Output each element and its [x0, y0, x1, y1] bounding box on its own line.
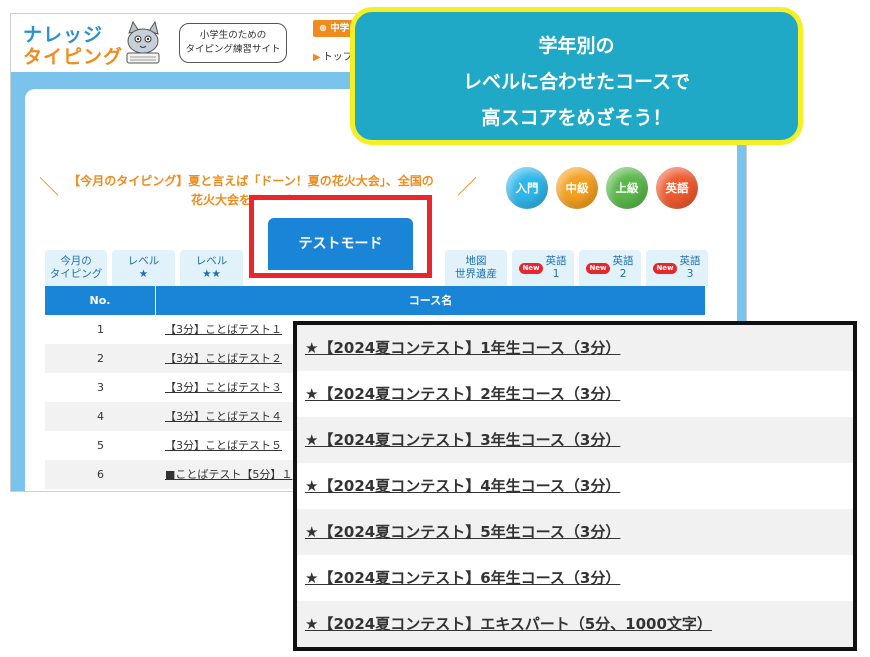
new-badge: New — [519, 262, 543, 274]
level-beginner-button[interactable]: 入門 — [506, 167, 548, 209]
site-tagline: 小学生のための タイピング練習サイト — [179, 23, 287, 63]
row-number: 3 — [97, 381, 104, 394]
tab-english-2[interactable]: New 英語 2 — [579, 250, 641, 286]
contest-course-link[interactable]: ★【2024夏コンテスト】5年生コース（3分） — [305, 521, 620, 542]
contest-course-link[interactable]: ★【2024夏コンテスト】2年生コース（3分） — [305, 383, 620, 404]
course-link[interactable]: 【3分】ことばテスト２ — [165, 344, 282, 373]
contest-course-link[interactable]: ★【2024夏コンテスト】3年生コース（3分） — [305, 429, 620, 450]
contest-course-link[interactable]: ★【2024夏コンテスト】6年生コース（3分） — [305, 567, 620, 588]
tab-label-1: 英語 — [679, 255, 701, 267]
plus-icon: ⊕ — [319, 23, 327, 34]
tab-english-3[interactable]: New 英語 3 — [646, 250, 708, 286]
course-link[interactable]: 【3分】ことばテスト４ — [165, 402, 282, 431]
contest-course-link[interactable]: ★【2024夏コンテスト】1年生コース（3分） — [305, 337, 620, 358]
contest-course-link[interactable]: ★【2024夏コンテスト】4年生コース（3分） — [305, 475, 620, 496]
course-link[interactable]: 【3分】ことばテスト５ — [165, 431, 282, 460]
tab-label-2: 世界遺産 — [455, 268, 497, 280]
slash-decoration-left: ＼ — [39, 175, 59, 199]
tab-label-2: 1 — [552, 268, 560, 280]
junior-high-link[interactable]: ⊕ 中学 — [313, 20, 356, 37]
tab-level-2[interactable]: レベル ★★ — [180, 250, 243, 286]
cat-mascot-icon — [126, 20, 160, 64]
tab-label-2: 2 — [619, 268, 627, 280]
row-number: 5 — [97, 439, 104, 452]
tab-label-2: 3 — [686, 268, 694, 280]
tab-label-1: レベル — [195, 255, 228, 267]
slash-decoration-right: ／ — [457, 175, 477, 199]
tab-label-1: 英語 — [612, 255, 634, 267]
contest-course-zoom: ★【2024夏コンテスト】1年生コース（3分） ★【2024夏コンテスト】2年生… — [293, 321, 857, 651]
tab-label-1: 今月の — [60, 255, 92, 267]
course-link[interactable]: 【3分】ことばテスト３ — [165, 373, 282, 402]
row-number: 1 — [97, 323, 104, 336]
row-number: 6 — [97, 468, 104, 481]
logo-text-bottom: タイピング — [23, 46, 124, 68]
tagline-line2: タイピング練習サイト — [185, 44, 281, 55]
tab-test-mode[interactable]: テストモード — [268, 218, 413, 270]
level-buttons: 入門 中級 上級 英語 — [501, 167, 721, 213]
tab-monthly[interactable]: 今月の タイピング — [45, 250, 107, 286]
tab-level-1[interactable]: レベル ★ — [112, 250, 175, 286]
tab-label-1: 英語 — [545, 255, 567, 267]
list-item: ★【2024夏コンテスト】6年生コース（3分） — [297, 555, 853, 601]
tab-label-2: ★★ — [202, 268, 221, 280]
tab-map-heritage[interactable]: 地図 世界遺産 — [445, 250, 507, 286]
tab-label-2: タイピング — [49, 268, 103, 280]
row-number: 4 — [97, 410, 104, 423]
column-header-no: No. — [45, 286, 156, 315]
callout-line3: 高スコアをめざそう！ — [481, 107, 672, 129]
site-logo[interactable]: ナレッジ タイピング — [23, 19, 163, 69]
level-advanced-button[interactable]: 上級 — [606, 167, 648, 209]
test-mode-highlight: テストモード — [249, 195, 432, 278]
top-link[interactable]: ▶ トップ — [313, 48, 353, 63]
row-number: 2 — [97, 352, 104, 365]
new-badge: New — [586, 262, 610, 274]
callout-line1: 学年別の — [538, 35, 615, 57]
list-item: ★【2024夏コンテスト】エキスパート（5分、1000文字） — [297, 601, 853, 647]
list-item: ★【2024夏コンテスト】2年生コース（3分） — [297, 371, 853, 417]
notice-line1: 【今月のタイピング】夏と言えば「ドーン！夏の花火大会」、全国の — [68, 174, 434, 188]
course-link[interactable]: 【3分】ことばテスト１ — [165, 315, 282, 344]
tab-label-2: ★ — [138, 268, 149, 280]
new-badge: New — [653, 262, 677, 274]
level-intermediate-button[interactable]: 中級 — [556, 167, 598, 209]
list-item: ★【2024夏コンテスト】5年生コース（3分） — [297, 509, 853, 555]
table-header: No. コース名 — [45, 286, 705, 315]
top-link-label: トップ — [322, 52, 353, 63]
junior-high-label: 中学 — [330, 23, 350, 34]
column-header-course: コース名 — [408, 294, 453, 307]
contest-course-link[interactable]: ★【2024夏コンテスト】エキスパート（5分、1000文字） — [305, 613, 712, 634]
course-link[interactable]: ■ことばテスト【5分】１ — [165, 460, 292, 489]
level-english-button[interactable]: 英語 — [656, 167, 698, 209]
callout-line2: レベルに合わせたコースで — [462, 71, 691, 93]
list-item: ★【2024夏コンテスト】1年生コース（3分） — [297, 325, 853, 371]
tagline-line1: 小学生のための — [199, 30, 267, 41]
tab-label-1: 地図 — [465, 255, 487, 267]
tab-label-1: レベル — [127, 255, 160, 267]
tab-english-1[interactable]: New 英語 1 — [512, 250, 574, 286]
arrow-circle-icon: ▶ — [313, 52, 321, 63]
list-item: ★【2024夏コンテスト】3年生コース（3分） — [297, 417, 853, 463]
promo-callout: 学年別の レベルに合わせたコースで 高スコアをめざそう！ — [350, 7, 803, 145]
list-item: ★【2024夏コンテスト】4年生コース（3分） — [297, 463, 853, 509]
